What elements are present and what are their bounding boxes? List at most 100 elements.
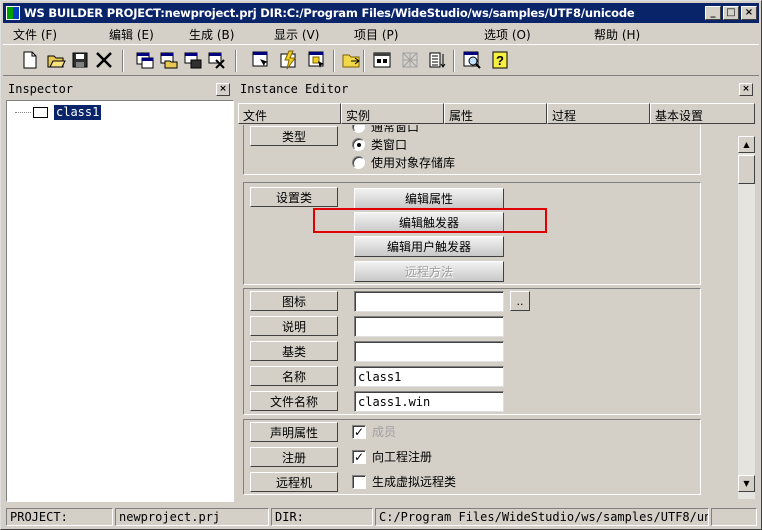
member-checkbox-label: 成员	[372, 425, 397, 439]
description-label-button: 说明	[250, 316, 338, 336]
description-input[interactable]	[354, 316, 504, 337]
radio-object-repository[interactable]: 使用对象存储库	[352, 154, 455, 171]
class-settings-form: 类型 通常窗口 类窗口 使用对象存储库 设置类 编辑属性 编辑触发器 编辑用户触…	[238, 125, 738, 501]
register-project-checkbox-label: 向工程注册	[372, 450, 433, 464]
status-dir-value: C:/Program Files/WideStudio/ws/samples/U…	[375, 508, 709, 526]
base-class-input[interactable]	[354, 341, 504, 362]
inspector-header: Inspector	[5, 80, 233, 98]
register-project-checkbox-row[interactable]: ✓ 向工程注册	[352, 448, 432, 465]
type-group: 类型 通常窗口 类窗口 使用对象存储库	[243, 125, 701, 175]
class-attributes-group: 图标 .. 说明 基类 名称 class1 文件名称 class1.win	[243, 288, 701, 415]
open-window-icon[interactable]	[157, 48, 181, 72]
toolbar-separator	[333, 50, 335, 72]
scroll-thumb[interactable]	[738, 155, 755, 184]
delete-icon[interactable]	[92, 48, 116, 72]
tree-item-class1[interactable]: class1	[15, 104, 102, 120]
virtual-remote-checkbox-label: 生成虚拟远程类	[372, 475, 457, 489]
edit-properties-button[interactable]: 编辑属性	[354, 188, 504, 209]
radio-class-window-label: 类窗口	[371, 138, 408, 152]
icon-label-button: 图标	[250, 291, 338, 311]
select-tool-icon[interactable]	[249, 48, 273, 72]
edit-user-triggers-button[interactable]: 编辑用户触发器	[354, 236, 504, 257]
register-project-checkbox[interactable]: ✓	[352, 449, 366, 464]
maximize-button[interactable]: □	[723, 6, 739, 20]
menu-build[interactable]: 生成 (B)	[189, 26, 234, 43]
new-window-icon[interactable]	[133, 48, 157, 72]
project-folder-icon[interactable]	[339, 48, 363, 72]
menu-help[interactable]: 帮助 (H)	[594, 26, 640, 43]
tree-connector	[15, 111, 31, 113]
name-input[interactable]: class1	[354, 366, 504, 387]
tab-procedures[interactable]: 过程	[547, 103, 650, 124]
toolbar: ?	[3, 44, 759, 76]
toolbar-separator	[235, 50, 237, 72]
scroll-down-icon[interactable]: ▼	[738, 475, 755, 492]
tab-properties[interactable]: 属性	[444, 103, 547, 124]
status-project-label: PROJECT:	[6, 508, 113, 526]
menu-bar: 文件 (F) 编辑 (E) 生成 (B) 显示 (V) 项目 (P) 选项 (O…	[3, 24, 759, 43]
instance-editor-close-button[interactable]: ×	[739, 83, 753, 96]
save-icon[interactable]	[68, 48, 92, 72]
close-button[interactable]: ×	[741, 6, 757, 20]
menu-view[interactable]: 显示 (V)	[274, 26, 319, 43]
inspector-tree: class1	[6, 100, 234, 502]
run-icon[interactable]	[305, 48, 329, 72]
radio-normal-window[interactable]: 通常窗口	[352, 125, 419, 135]
editor-tabs: 文件 实例 属性 过程 基本设置	[238, 103, 755, 124]
virtual-remote-checkbox-row[interactable]: 生成虚拟远程类	[352, 473, 456, 490]
class-options-group: 声明属性 ✓ 成员 注册 ✓ 向工程注册 远程机 生成虚拟远程类	[243, 419, 701, 495]
radio-object-repository-label: 使用对象存储库	[371, 156, 456, 170]
scroll-up-icon[interactable]: ▲	[738, 136, 755, 153]
menu-options[interactable]: 选项 (O)	[484, 26, 531, 43]
minimize-button[interactable]: _	[705, 6, 721, 20]
grid-disabled-icon[interactable]	[398, 48, 422, 72]
radio-class-window-control[interactable]	[352, 138, 365, 151]
register-label-button: 注册	[250, 447, 338, 467]
remote-method-button[interactable]: 远程方法	[354, 261, 504, 282]
svg-text:?: ?	[496, 53, 504, 68]
radio-normal-window-control[interactable]	[352, 125, 365, 133]
menu-file[interactable]: 文件 (F)	[13, 26, 57, 43]
tab-instance[interactable]: 实例	[341, 103, 444, 124]
builder-window: WS BUILDER PROJECT:newproject.prj DIR:C:…	[0, 0, 762, 530]
edit-triggers-button[interactable]: 编辑触发器	[354, 212, 504, 233]
member-checkbox[interactable]: ✓	[352, 424, 366, 439]
toolbar-separator	[363, 50, 365, 72]
window-title: WS BUILDER PROJECT:newproject.prj DIR:C:…	[24, 6, 635, 20]
new-file-icon[interactable]	[18, 48, 42, 72]
file-name-input[interactable]: class1.win	[354, 391, 504, 412]
save-window-icon[interactable]	[181, 48, 205, 72]
member-checkbox-row[interactable]: ✓ 成员	[352, 423, 396, 440]
browse-icon-button[interactable]: ..	[510, 291, 530, 311]
icon-input[interactable]	[354, 291, 504, 312]
setup-class-group: 设置类 编辑属性 编辑触发器 编辑用户触发器 远程方法	[243, 182, 701, 285]
name-label-button: 名称	[250, 366, 338, 386]
open-folder-icon[interactable]	[44, 48, 68, 72]
status-dir-label: DIR:	[271, 508, 373, 526]
radio-object-repository-control[interactable]	[352, 156, 365, 169]
help-icon[interactable]: ?	[488, 48, 512, 72]
status-extra-pane	[711, 508, 757, 526]
preview-icon[interactable]	[460, 48, 484, 72]
tab-file[interactable]: 文件	[238, 103, 341, 124]
list-icon[interactable]	[426, 48, 450, 72]
editor-scrollbar[interactable]: ▲ ▼	[738, 136, 755, 499]
radio-class-window[interactable]: 类窗口	[352, 136, 407, 153]
toolbar-separator	[453, 50, 455, 72]
app-icon	[6, 6, 20, 20]
window-node-icon	[33, 106, 48, 118]
inspector-title: Inspector	[8, 82, 74, 96]
menu-edit[interactable]: 编辑 (E)	[109, 26, 154, 43]
virtual-remote-checkbox[interactable]	[352, 474, 366, 489]
tab-basic-settings[interactable]: 基本设置	[650, 103, 755, 124]
dialog-icon[interactable]	[370, 48, 394, 72]
menu-project[interactable]: 项目 (P)	[354, 26, 398, 43]
tree-item-label: class1	[54, 104, 102, 120]
type-label-button: 类型	[250, 126, 338, 146]
close-window-icon[interactable]	[205, 48, 229, 72]
toolbar-separator	[122, 50, 124, 72]
base-class-label-button: 基类	[250, 341, 338, 361]
build-icon[interactable]	[277, 48, 301, 72]
inspector-close-button[interactable]: ×	[216, 83, 230, 96]
declare-attribute-label-button: 声明属性	[250, 422, 338, 442]
